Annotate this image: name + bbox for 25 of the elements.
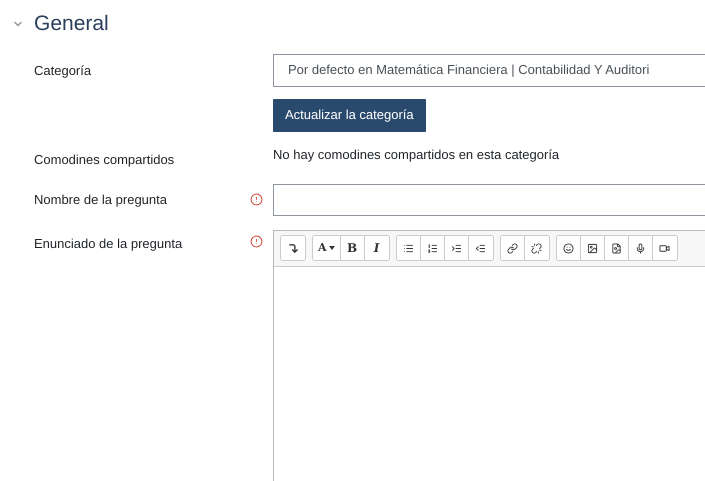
numbered-list-icon <box>426 242 438 254</box>
smiley-icon <box>562 242 574 254</box>
file-icon <box>610 242 622 254</box>
static-text: No hay comodines compartidos en esta categoría <box>273 146 560 164</box>
field-label: Nombre de la pregunta <box>34 192 167 206</box>
outdent-icon <box>475 242 486 254</box>
question-name-field[interactable] <box>273 184 705 216</box>
category-select[interactable]: Por defecto en Matemática Financiera | Contabilidad Y Auditori <box>273 54 705 86</box>
field-label: Enunciado de la pregunta <box>34 236 182 250</box>
font-style-button[interactable]: A <box>313 236 341 260</box>
link-icon <box>506 242 518 254</box>
caret-icon <box>328 246 335 250</box>
unlink-icon <box>531 242 542 254</box>
video-camera-icon <box>659 242 670 254</box>
update-category-button[interactable]: Actualizar la categoría <box>273 98 426 132</box>
field-label: Comodines compartidos <box>34 152 174 166</box>
arrow-icon <box>288 242 298 254</box>
microphone-icon <box>634 242 646 254</box>
image-icon <box>586 242 598 254</box>
bold-button[interactable]: B <box>340 236 365 260</box>
section-title: General <box>34 11 109 37</box>
indent-icon <box>450 242 462 254</box>
field-label: Categoría <box>34 62 92 78</box>
text-editor[interactable]: A B I <box>273 230 705 481</box>
italic-button[interactable]: I <box>364 236 389 260</box>
